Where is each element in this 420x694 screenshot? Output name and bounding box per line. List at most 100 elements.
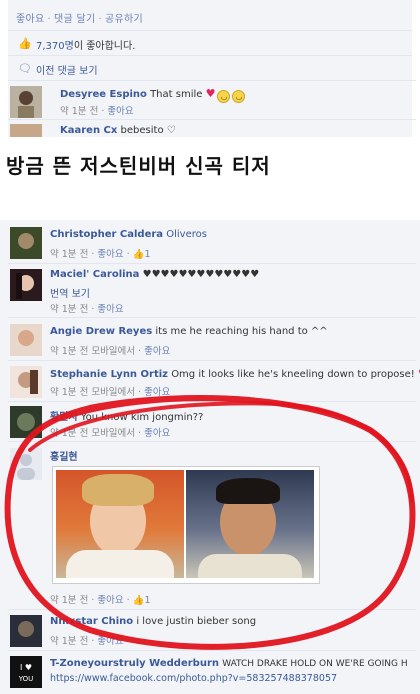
like-summary: 👍 7,370명이 좋아합니다.	[8, 30, 412, 55]
comment-meta: 약 1분 전 · 좋아요	[50, 304, 124, 315]
commenter-name[interactable]: Kaaren Cx	[60, 125, 117, 136]
like-suffix: 이 좋아합니다.	[73, 41, 136, 52]
avatar[interactable]	[10, 366, 42, 398]
comment-text: Omg it looks like he's kneeling down to …	[171, 369, 415, 380]
comment-like-link[interactable]: 좋아요	[97, 595, 123, 606]
comment-like-link[interactable]: 좋아요	[144, 428, 170, 439]
avatar-image	[10, 448, 42, 480]
like-count-link[interactable]: 7,370명	[36, 41, 74, 52]
comment-like-link[interactable]: 좋아요	[97, 636, 123, 647]
shirt-shape	[198, 554, 302, 578]
divider	[8, 650, 416, 651]
comment-bubble-icon: 🗨	[18, 62, 32, 75]
comment-like-link[interactable]: 좋아요	[144, 387, 170, 398]
comment-time[interactable]: 약 1분 전	[50, 595, 88, 606]
comment-like-link[interactable]: 좋아요	[107, 106, 133, 117]
previous-comments-link[interactable]: 이전 댓글 보기	[36, 62, 98, 77]
avatar[interactable]: I ♥ YOU	[10, 656, 42, 688]
divider	[8, 80, 416, 81]
comment-like-count[interactable]: 1	[145, 595, 151, 606]
photo-right-panel	[186, 470, 314, 578]
comment-time[interactable]: 약 1분 전 모바일에서	[50, 346, 135, 357]
comment-like-count[interactable]: 1	[145, 249, 151, 260]
avatar-image	[10, 366, 42, 398]
share-link[interactable]: 공유하기	[105, 14, 143, 25]
comment-meta: 약 1분 전 모바일에서 · 좋아요	[50, 387, 171, 398]
attached-photo[interactable]	[52, 466, 320, 584]
shirt-shape	[66, 550, 174, 578]
commenter-name[interactable]: 홍길현	[50, 452, 78, 463]
thumbs-up-icon: 👍	[18, 37, 32, 50]
divider	[8, 401, 416, 402]
previous-comments-row[interactable]: 🗨 이전 댓글 보기	[8, 55, 412, 80]
commenter-name[interactable]: Maciel' Carolina	[50, 269, 139, 280]
comment-text: its me he reaching his hand to ^^	[155, 326, 328, 337]
comment-text: bebesito	[120, 125, 164, 136]
comment-meta: 약 1분 전 모바일에서 · 좋아요	[50, 346, 171, 357]
avatar-image	[10, 406, 42, 438]
separator-dot: ·	[47, 14, 51, 25]
comment-like-link[interactable]: 좋아요	[144, 346, 170, 357]
heart-outline-icon: ♡	[166, 125, 176, 136]
comment-time[interactable]: 약 1분 전 모바일에서	[50, 387, 135, 398]
avatar-image	[10, 324, 42, 356]
avatar-image	[10, 269, 42, 301]
commenter-name[interactable]: Desyree Espino	[60, 89, 147, 100]
commenter-name[interactable]: Angie Drew Reyes	[50, 326, 152, 337]
comment-time[interactable]: 약 1분 전	[50, 249, 88, 260]
commenter-name[interactable]: Stephanie Lynn Ortiz	[50, 369, 168, 380]
comment-line: 황민지 You know kim jongmin??	[50, 408, 203, 423]
divider	[8, 441, 416, 442]
comment-time[interactable]: 약 1분 전	[50, 636, 88, 647]
avatar-image	[10, 615, 42, 647]
tagged-name[interactable]: Oliveros	[166, 229, 207, 240]
comment-like-link[interactable]: 좋아요	[97, 249, 123, 260]
comment-link[interactable]: 댓글 달기	[54, 14, 95, 25]
divider	[8, 119, 416, 120]
like-link[interactable]: 좋아요	[16, 14, 45, 25]
comment-line: Nnixstar Chino i love justin bieber song	[50, 616, 256, 627]
comment-time[interactable]: 약 1분 전	[60, 106, 98, 117]
comment-meta: 약 1분 전 · 좋아요	[50, 636, 124, 647]
divider	[8, 360, 416, 361]
comment-line: Angie Drew Reyes its me he reaching his …	[50, 326, 328, 337]
svg-text:I ♥: I ♥	[20, 663, 32, 672]
commenter-name[interactable]: 황민지	[50, 412, 78, 423]
comment-line: 홍길현	[50, 448, 78, 463]
avatar[interactable]	[10, 615, 42, 647]
post-actions: 좋아요 · 댓글 달기 · 공유하기	[16, 10, 143, 25]
avatar[interactable]	[10, 269, 42, 301]
divider	[8, 609, 416, 610]
comment-like-link[interactable]: 좋아요	[97, 304, 123, 315]
comment-line: T-Zoneyourstruly Wedderburn WATCH DRAKE …	[50, 658, 408, 669]
comment-meta: 약 1분 전 · 좋아요	[60, 106, 134, 117]
comment-text: WATCH DRAKE HOLD ON WE'RE GOING H	[222, 659, 408, 669]
avatar[interactable]	[10, 86, 42, 118]
avatar-image	[10, 124, 42, 137]
hair-shape	[82, 474, 154, 506]
avatar[interactable]	[10, 448, 42, 480]
comment-meta: 약 1분 전 모바일에서 · 좋아요	[50, 428, 171, 439]
svg-text:YOU: YOU	[18, 675, 34, 683]
headline-text: 방금 뜬 저스틴비버 신곡 티저	[6, 154, 271, 178]
comment-line: Maciel' Carolina ♥♥♥♥♥♥♥♥♥♥♥♥♥	[50, 269, 259, 280]
comment-time[interactable]: 약 1분 전 모바일에서	[50, 428, 135, 439]
like-summary-text: 7,370명이 좋아합니다.	[36, 37, 135, 52]
commenter-name[interactable]: Nnixstar Chino	[50, 616, 133, 627]
separator-dot: ·	[98, 14, 102, 25]
hair-shape	[216, 478, 280, 504]
photo-left-panel	[56, 470, 184, 578]
comment-line: Kaaren Cx bebesito ♡	[60, 125, 176, 136]
avatar[interactable]	[10, 324, 42, 356]
avatar[interactable]	[10, 124, 42, 137]
comment-time[interactable]: 약 1분 전	[50, 304, 88, 315]
commenter-name[interactable]: T-Zoneyourstruly Wedderburn	[50, 658, 219, 669]
avatar[interactable]	[10, 406, 42, 438]
comment-text: i love justin bieber song	[136, 616, 257, 627]
translate-link[interactable]: 번역 보기	[50, 285, 90, 300]
comment-meta: 약 1분 전 · 좋아요 · 👍1	[50, 595, 151, 606]
commenter-name[interactable]: Christopher Caldera	[50, 229, 163, 240]
shared-link[interactable]: https://www.facebook.com/photo.php?v=583…	[50, 673, 337, 684]
avatar[interactable]	[10, 227, 42, 259]
thumbs-up-icon: 👍	[132, 249, 145, 260]
